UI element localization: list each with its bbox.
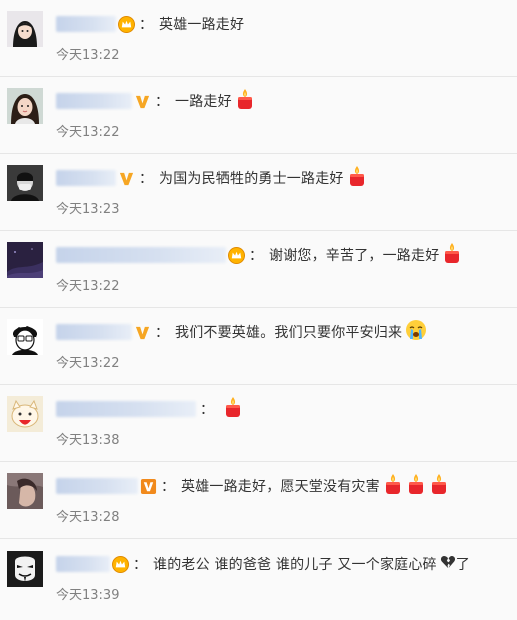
user-avatar[interactable] (7, 11, 43, 47)
user-avatar[interactable] (7, 551, 43, 587)
username-blurred[interactable] (56, 556, 110, 572)
comment-item: ： 一路走好 今天13:22 (0, 77, 517, 154)
comment-timestamp: 今天13:22 (56, 279, 120, 294)
comment-line: ： (56, 397, 243, 421)
comment-text: 英雄一路走好，愿天堂没有灾害 (181, 479, 380, 495)
comment-text: 谢谢您，辛苦了，一路走好 (269, 248, 440, 264)
comment-line: ： 为国为民牺牲的勇士一路走好 (56, 166, 367, 190)
candle-icon (383, 473, 403, 499)
comment-timestamp: 今天13:28 (56, 510, 120, 525)
vip-v-badge-icon (134, 93, 151, 110)
crown-badge-icon (228, 247, 245, 264)
separator-colon: ： (249, 248, 263, 264)
vip-v-badge-icon (118, 170, 135, 187)
comment-text: 英雄一路走好 (159, 17, 245, 33)
candle-icon (347, 165, 367, 191)
separator-colon: ： (200, 402, 214, 418)
candle-icon (235, 88, 255, 114)
username-blurred[interactable] (56, 93, 132, 109)
comment-text-suffix: 了 (455, 557, 470, 573)
comment-item: ： 为国为民牺牲的勇士一路走好 今天13:23 (0, 154, 517, 231)
comment-line: ： 英雄一路走好 (56, 12, 244, 36)
comment-timestamp: 今天13:38 (56, 433, 120, 448)
user-avatar[interactable] (7, 396, 43, 432)
separator-colon: ： (155, 325, 169, 341)
comment-timestamp: 今天13:22 (56, 356, 120, 371)
divider (0, 538, 517, 539)
comment-timestamp: 今天13:22 (56, 48, 120, 63)
user-avatar[interactable] (7, 473, 43, 509)
crown-badge-icon (118, 16, 135, 33)
crying-face-icon (405, 319, 427, 345)
comment-item: ： 我们不要英雄。我们只要你平安归来 今天13:22 (0, 308, 517, 385)
comment-list: ： 英雄一路走好 今天13:22 ： 一路走好 今天13:22 ： 为国为民牺牲… (0, 0, 517, 620)
candle-icon (442, 242, 462, 268)
separator-colon: ： (139, 171, 153, 187)
candle-icon (223, 396, 243, 422)
comment-text: 我们不要英雄。我们只要你平安归来 (175, 325, 403, 341)
comment-timestamp: 今天13:23 (56, 202, 120, 217)
candle-icon (406, 473, 426, 499)
broken-heart-icon (440, 554, 456, 574)
comment-text: 为国为民牺牲的勇士一路走好 (159, 171, 344, 187)
user-avatar[interactable] (7, 319, 43, 355)
comment-line: ： 英雄一路走好，愿天堂没有灾害 (56, 474, 449, 498)
comment-timestamp: 今天13:22 (56, 125, 120, 140)
vip-v-badge-icon (140, 478, 157, 495)
comment-item: ： 英雄一路走好，愿天堂没有灾害 今天13:28 (0, 462, 517, 539)
comment-line: ： 谢谢您，辛苦了，一路走好 (56, 243, 462, 267)
comment-line: ： 一路走好 (56, 89, 255, 113)
comment-line: ： 谁的老公 谁的爸爸 谁的儿子 又一个家庭心碎 了 (56, 552, 470, 576)
user-avatar[interactable] (7, 242, 43, 278)
separator-colon: ： (155, 94, 169, 110)
comment-item: ： 英雄一路走好 今天13:22 (0, 0, 517, 77)
comment-timestamp: 今天13:39 (56, 588, 120, 603)
comment-item: ： 谢谢您，辛苦了，一路走好 今天13:22 (0, 231, 517, 308)
username-blurred[interactable] (56, 478, 138, 494)
comment-item: ： 谁的老公 谁的爸爸 谁的儿子 又一个家庭心碎 了 今天13:39 (0, 540, 517, 617)
comment-line: ： 我们不要英雄。我们只要你平安归来 (56, 320, 427, 344)
username-blurred[interactable] (56, 16, 116, 32)
separator-colon: ： (133, 557, 147, 573)
crown-badge-icon (112, 556, 129, 573)
username-blurred[interactable] (56, 247, 226, 263)
comment-text: 一路走好 (175, 94, 232, 110)
user-avatar[interactable] (7, 88, 43, 124)
username-blurred[interactable] (56, 324, 132, 340)
candle-icon (429, 473, 449, 499)
comment-item: ： 今天13:38 (0, 385, 517, 462)
separator-colon: ： (139, 17, 153, 33)
user-avatar[interactable] (7, 165, 43, 201)
username-blurred[interactable] (56, 170, 116, 186)
vip-v-badge-icon (134, 324, 151, 341)
separator-colon: ： (161, 479, 175, 495)
comment-text: 谁的老公 谁的爸爸 谁的儿子 又一个家庭心碎 (153, 557, 437, 573)
username-blurred[interactable] (56, 401, 196, 417)
